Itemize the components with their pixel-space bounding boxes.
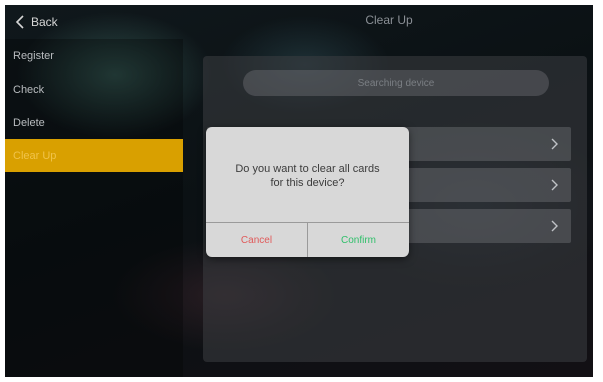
- search-status: Searching device: [243, 70, 549, 96]
- dialog-message-line2: for this device?: [270, 177, 345, 189]
- dialog-message-line1: Do you want to clear all cards: [235, 163, 380, 175]
- sidebar-item-label: Check: [13, 83, 45, 96]
- confirm-dialog: Do you want to clear all cards for this …: [206, 127, 409, 257]
- sidebar-item-label: Clear Up: [13, 149, 57, 162]
- cancel-button[interactable]: Cancel: [206, 223, 307, 257]
- sidebar-item-delete[interactable]: Delete: [5, 106, 183, 139]
- sidebar-item-check[interactable]: Check: [5, 73, 183, 106]
- sidebar-item-clear-up[interactable]: Clear Up: [5, 139, 183, 172]
- sidebar-item-label: Delete: [13, 116, 45, 129]
- device-screen: Back Clear Up Register Check Delete Clea…: [5, 5, 593, 377]
- chevron-left-icon: [15, 15, 24, 29]
- chevron-right-icon: [551, 138, 558, 150]
- top-bar: Back Clear Up: [5, 5, 593, 39]
- confirm-button[interactable]: Confirm: [308, 223, 409, 257]
- chevron-right-icon: [551, 220, 558, 232]
- sidebar: Register Check Delete Clear Up: [5, 39, 183, 377]
- sidebar-item-register[interactable]: Register: [5, 39, 183, 72]
- back-button[interactable]: Back: [15, 13, 58, 31]
- chevron-right-icon: [551, 179, 558, 191]
- back-label: Back: [31, 15, 58, 29]
- dialog-message: Do you want to clear all cards for this …: [216, 162, 399, 190]
- page-title: Clear Up: [365, 13, 413, 27]
- sidebar-item-label: Register: [13, 49, 54, 62]
